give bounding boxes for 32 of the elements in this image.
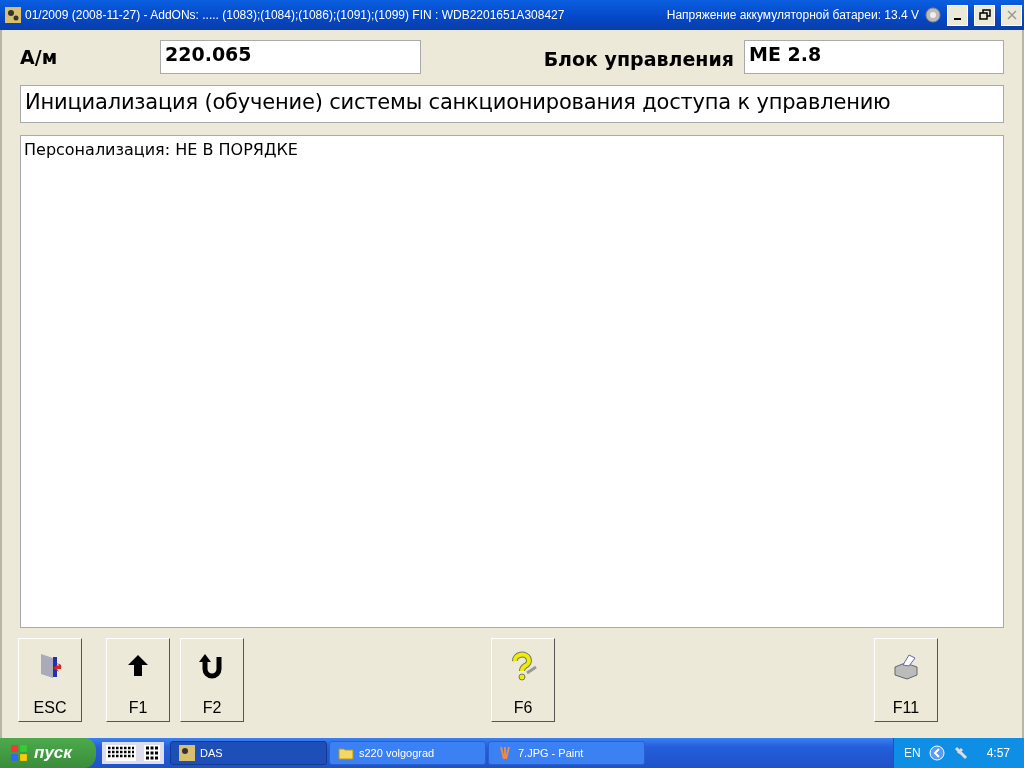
- brushes-icon: [497, 745, 513, 761]
- minimize-icon: [954, 18, 961, 20]
- folder-icon: [338, 745, 354, 761]
- restore-icon: [978, 9, 991, 21]
- control-unit-label: Блок управления: [543, 47, 734, 70]
- print-button[interactable]: F11: [874, 638, 938, 722]
- taskbar-button[interactable]: s220 volgograd: [329, 741, 486, 765]
- up-button[interactable]: F1: [106, 638, 170, 722]
- keyboard-icon[interactable]: [106, 745, 136, 761]
- vehicle-field: 220.065: [160, 40, 421, 74]
- control-unit-field: ME 2.8: [744, 40, 1004, 74]
- help-button[interactable]: F6: [491, 638, 555, 722]
- windows-logo-icon: [10, 744, 28, 762]
- window-title: 01/2009 (2008-11-27) - AddONs: ..... (1083);(1084);(1086);(1091);(1099) FIN : WDB2201651A308427: [25, 8, 566, 22]
- start-button[interactable]: пуск: [0, 738, 96, 768]
- vehicle-label: А/м: [20, 46, 59, 68]
- procedure-heading: Инициализация (обучение) системы санкционирования доступа к управлению: [20, 85, 1004, 123]
- app-icon: [179, 745, 195, 761]
- battery-voltage: Напряжение аккумуляторной батареи: 13.4 V: [666, 8, 919, 22]
- status-message: Персонализация: НЕ В ПОРЯДКЕ: [24, 140, 298, 159]
- clock: 4:57: [986, 746, 1010, 760]
- app-icon: [5, 7, 21, 23]
- close-button[interactable]: [1001, 4, 1022, 26]
- taskbar-button[interactable]: 7.JPG - Paint: [488, 741, 645, 765]
- exit-button[interactable]: ESC: [18, 638, 82, 722]
- minimize-button[interactable]: [947, 4, 968, 26]
- back-button[interactable]: F2: [180, 638, 244, 722]
- restore-button[interactable]: [974, 4, 995, 26]
- close-icon: [1005, 9, 1018, 21]
- taskbar-button[interactable]: DAS: [170, 741, 327, 765]
- grid-icon[interactable]: [144, 745, 160, 761]
- chevron-icon[interactable]: [928, 745, 945, 761]
